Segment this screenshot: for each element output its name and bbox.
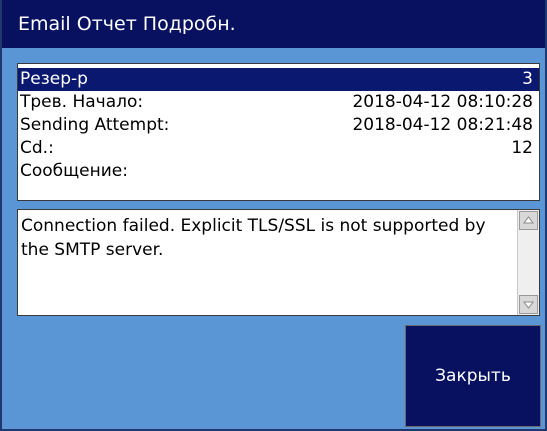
- triangle-down-icon: [523, 301, 534, 309]
- details-row-sending-attempt[interactable]: Sending Attempt: 2018-04-12 08:21:48: [18, 114, 539, 137]
- scroll-up-button[interactable]: [519, 211, 538, 230]
- email-report-details-window: Email Отчет Подробн. Резер-р 3 Трев. Нач…: [0, 0, 547, 431]
- row-label: Трев. Начало:: [20, 92, 144, 112]
- close-button[interactable]: Закрыть: [405, 325, 541, 427]
- message-scrollbar[interactable]: [517, 210, 539, 315]
- triangle-up-icon: [523, 216, 534, 224]
- row-value: 12: [511, 138, 533, 158]
- row-value: 3: [522, 69, 533, 89]
- row-value: 2018-04-12 08:21:48: [352, 115, 533, 135]
- details-row-reservoir[interactable]: Резер-р 3: [18, 68, 539, 91]
- scroll-down-button[interactable]: [519, 295, 538, 314]
- row-label: Cd.:: [20, 138, 54, 158]
- window-title: Email Отчет Подробн.: [2, 0, 545, 48]
- row-label: Sending Attempt:: [20, 115, 170, 135]
- details-row-message[interactable]: Сообщение:: [18, 160, 539, 183]
- details-row-code[interactable]: Cd.: 12: [18, 137, 539, 160]
- details-row-alarm-start[interactable]: Трев. Начало: 2018-04-12 08:10:28: [18, 91, 539, 114]
- message-text: Connection failed. Explicit TLS/SSL is n…: [21, 216, 486, 260]
- message-textbox[interactable]: Connection failed. Explicit TLS/SSL is n…: [17, 209, 540, 316]
- row-label: Резер-р: [20, 69, 88, 89]
- row-value: 2018-04-12 08:10:28: [352, 92, 533, 112]
- details-list: Резер-р 3 Трев. Начало: 2018-04-12 08:10…: [17, 63, 540, 201]
- row-label: Сообщение:: [20, 161, 128, 181]
